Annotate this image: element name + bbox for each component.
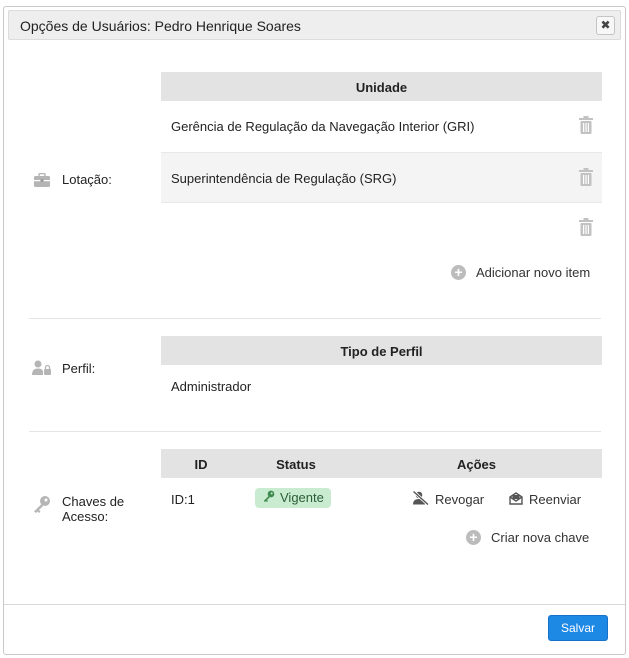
- plus-circle-icon: +: [466, 530, 481, 545]
- section-divider: [29, 431, 601, 432]
- column-header-tipo-perfil: Tipo de Perfil: [340, 344, 423, 359]
- user-lock-icon: [32, 360, 52, 376]
- lotacao-label: Lotação:: [32, 172, 112, 187]
- perfil-label: Perfil:: [32, 360, 95, 376]
- resend-label: Reenviar: [529, 492, 582, 507]
- trash-icon[interactable]: [578, 168, 594, 186]
- resend-button[interactable]: Reenviar: [509, 491, 581, 508]
- trash-icon[interactable]: [578, 218, 594, 236]
- revoke-label: Revogar: [435, 492, 485, 507]
- table-row: Gerência de Regulação da Navegação Inter…: [161, 101, 602, 152]
- chaves-label-text: Chaves de Acesso:: [62, 494, 124, 524]
- save-button[interactable]: Salvar: [548, 615, 608, 641]
- status-text: Vigente: [280, 490, 324, 505]
- table-row: [161, 203, 602, 254]
- user-options-dialog: Opções de Usuários: Pedro Henrique Soare…: [3, 6, 626, 655]
- add-item-button[interactable]: + Adicionar novo item: [451, 265, 590, 280]
- add-item-label: Adicionar novo item: [476, 265, 591, 280]
- column-header-status: Status: [276, 457, 316, 472]
- key-id-cell: ID:1: [171, 492, 195, 507]
- unidade-cell: Gerência de Regulação da Navegação Inter…: [171, 119, 475, 134]
- dialog-title: Opções de Usuários: Pedro Henrique Soare…: [20, 18, 301, 34]
- perfil-label-text: Perfil:: [62, 360, 96, 376]
- column-header-id: ID: [194, 457, 208, 472]
- perfil-table-header: Tipo de Perfil: [161, 336, 602, 365]
- section-divider: [29, 318, 601, 319]
- briefcase-icon: [32, 172, 52, 187]
- create-key-button[interactable]: + Criar nova chave: [466, 530, 589, 545]
- lotacao-label-text: Lotação:: [62, 172, 112, 187]
- column-header-acoes: Ações: [456, 457, 497, 472]
- revoke-button[interactable]: Revogar: [412, 490, 485, 508]
- table-row: Superintendência de Regulação (SRG): [161, 152, 602, 203]
- footer-divider: [4, 604, 625, 605]
- chaves-table-header: ID Status Ações: [161, 449, 602, 478]
- column-header-unidade: Unidade: [355, 80, 408, 95]
- perfil-value: Administrador: [171, 379, 252, 394]
- create-key-label: Criar nova chave: [491, 530, 590, 545]
- close-button[interactable]: ✖: [596, 16, 615, 35]
- key-icon: [263, 490, 275, 505]
- lotacao-table-header: Unidade: [161, 72, 602, 101]
- unidade-cell: Superintendência de Regulação (SRG): [171, 171, 397, 186]
- envelope-open-icon: [509, 491, 523, 508]
- chaves-label: Chaves de Acesso:: [32, 494, 124, 524]
- dialog-titlebar: Opções de Usuários: Pedro Henrique Soare…: [8, 10, 621, 40]
- status-badge: Vigente: [255, 488, 331, 508]
- trash-icon[interactable]: [578, 116, 594, 134]
- plus-circle-icon: +: [451, 265, 466, 280]
- chaves-label-line1: Chaves de: [62, 494, 125, 509]
- chaves-label-line2: Acesso:: [62, 509, 109, 524]
- key-icon: [32, 495, 52, 513]
- revoke-key-icon: [412, 490, 430, 508]
